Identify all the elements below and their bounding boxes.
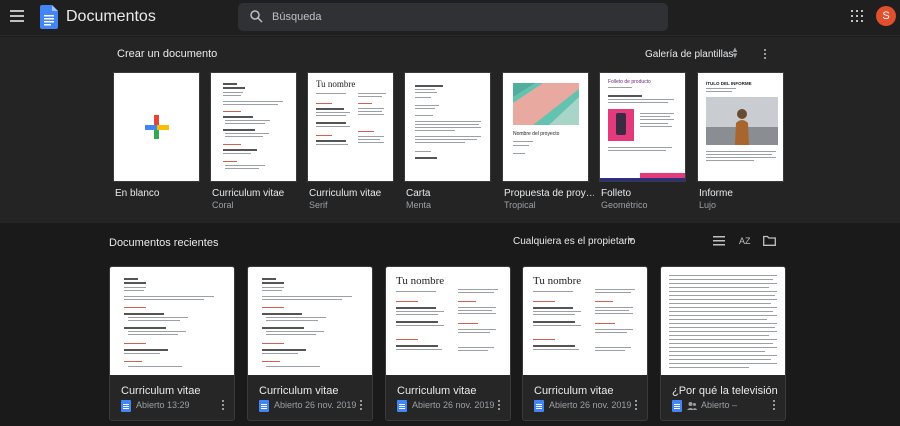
dropdown-arrow-icon[interactable] bbox=[628, 238, 634, 242]
recent-doc-card[interactable]: Curriculum vitae Abierto 26 nov. 2019 bbox=[247, 266, 373, 421]
template-thumbnail[interactable]: Folleto de producto bbox=[599, 72, 686, 182]
landscape-photo-icon bbox=[706, 97, 778, 145]
doc-title[interactable]: Curriculum vitae bbox=[397, 385, 503, 397]
template-subtitle: Menta bbox=[406, 200, 432, 210]
docs-file-icon bbox=[397, 400, 407, 412]
owner-filter-dropdown[interactable]: Cualquiera es el propietario bbox=[513, 236, 635, 247]
doc-title[interactable]: Curriculum vitae bbox=[534, 385, 640, 397]
template-thumbnail[interactable]: Nombre del proyecto bbox=[502, 72, 589, 182]
template-subtitle: Geométrico bbox=[601, 200, 648, 210]
shared-people-icon bbox=[687, 402, 697, 410]
template-thumbnail[interactable]: Tu nombre bbox=[307, 72, 394, 182]
unfold-icon[interactable]: ▲ ▼ bbox=[731, 46, 739, 60]
tropical-art-icon bbox=[513, 83, 579, 125]
template-report-luxury[interactable]: ÍTULO DEL INFORME Informe Lujo bbox=[697, 72, 784, 210]
template-name: Propuesta de proy… bbox=[504, 188, 594, 199]
template-gallery-toggle[interactable]: Galería de plantillas bbox=[645, 49, 733, 60]
template-letter-mint[interactable]: Carta Menta bbox=[404, 72, 491, 210]
doc-preview-heading: Tu nombre bbox=[533, 275, 582, 287]
google-apps-icon[interactable] bbox=[851, 10, 863, 22]
doc-more-icon[interactable] bbox=[496, 400, 502, 414]
template-heading: ÍTULO DEL INFORME bbox=[706, 81, 752, 86]
search-bar[interactable] bbox=[238, 3, 668, 31]
account-avatar[interactable]: S bbox=[876, 6, 896, 26]
template-proposal-tropical[interactable]: Nombre del proyecto Propuesta de proy… T… bbox=[502, 72, 594, 210]
template-name: Curriculum vitae bbox=[212, 188, 285, 199]
search-icon[interactable] bbox=[250, 10, 263, 23]
folder-icon[interactable] bbox=[763, 235, 776, 246]
template-subtitle: Lujo bbox=[699, 200, 717, 210]
sort-az-icon[interactable]: AZ bbox=[739, 236, 751, 246]
template-heading: Tu nombre bbox=[316, 79, 356, 89]
template-name: Folleto bbox=[601, 188, 632, 199]
doc-preview-heading: Tu nombre bbox=[396, 275, 445, 287]
recent-doc-card[interactable]: Tu nombre Curriculum vitae Abierto 26 no… bbox=[385, 266, 511, 421]
doc-more-icon[interactable] bbox=[220, 400, 226, 414]
recent-documents-title: Documentos recientes bbox=[109, 237, 219, 249]
template-heading: Folleto de producto bbox=[608, 79, 651, 85]
template-thumbnail[interactable] bbox=[113, 72, 200, 182]
template-thumbnail[interactable] bbox=[210, 72, 297, 182]
docs-file-icon bbox=[121, 400, 131, 412]
doc-preview[interactable] bbox=[110, 267, 234, 375]
template-subtitle: Serif bbox=[309, 200, 328, 210]
template-brochure-geometric[interactable]: Folleto de producto Folleto Geométrico bbox=[599, 72, 686, 210]
docs-file-icon bbox=[534, 400, 544, 412]
doc-title[interactable]: ¿Por qué la televisión es c… bbox=[672, 385, 778, 397]
doc-title[interactable]: Curriculum vitae bbox=[121, 385, 227, 397]
template-more-icon[interactable] bbox=[762, 49, 768, 63]
list-view-icon[interactable] bbox=[713, 236, 725, 246]
geometric-footer bbox=[600, 173, 685, 181]
app-title[interactable]: Documentos bbox=[66, 8, 156, 26]
doc-preview[interactable] bbox=[248, 267, 372, 375]
template-subtitle: Coral bbox=[212, 200, 234, 210]
doc-more-icon[interactable] bbox=[358, 400, 364, 414]
doc-preview[interactable]: Tu nombre bbox=[386, 267, 510, 375]
top-app-bar: Documentos S bbox=[0, 0, 900, 36]
doc-preview[interactable] bbox=[661, 267, 785, 375]
plus-icon-part bbox=[157, 125, 169, 130]
phone-image bbox=[616, 113, 626, 135]
recent-doc-card[interactable]: ¿Por qué la televisión es c… Abierto – bbox=[660, 266, 786, 421]
template-cv-coral[interactable]: Curriculum vitae Coral bbox=[210, 72, 297, 210]
template-blank[interactable]: En blanco bbox=[113, 72, 200, 199]
doc-more-icon[interactable] bbox=[633, 400, 639, 414]
template-name: En blanco bbox=[115, 188, 160, 199]
template-subtitle: Tropical bbox=[504, 200, 536, 210]
doc-opened-time: Abierto 26 nov. 2019 bbox=[412, 400, 495, 410]
search-input[interactable] bbox=[272, 3, 662, 31]
docs-file-icon bbox=[259, 400, 269, 412]
template-name: Curriculum vitae bbox=[309, 188, 382, 199]
template-heading: Nombre del proyecto bbox=[513, 131, 560, 137]
template-name: Informe bbox=[699, 188, 733, 199]
doc-preview[interactable]: Tu nombre bbox=[523, 267, 647, 375]
doc-opened-time: Abierto 13:29 bbox=[136, 400, 190, 410]
template-section-title: Crear un documento bbox=[117, 48, 218, 60]
doc-opened-time: Abierto 26 nov. 2019 bbox=[274, 400, 357, 410]
plus-icon-part bbox=[145, 125, 157, 130]
main-menu-icon[interactable] bbox=[10, 10, 24, 24]
docs-file-icon bbox=[672, 400, 682, 412]
template-cv-serif[interactable]: Tu nombre Curriculum vitae Serif bbox=[307, 72, 394, 210]
template-thumbnail[interactable]: ÍTULO DEL INFORME bbox=[697, 72, 784, 182]
docs-logo-icon[interactable] bbox=[40, 5, 58, 29]
template-gallery: Crear un documento Galería de plantillas… bbox=[0, 37, 900, 223]
recent-doc-card[interactable]: Curriculum vitae Abierto 13:29 bbox=[109, 266, 235, 421]
doc-opened-time: Abierto – bbox=[701, 400, 738, 410]
doc-more-icon[interactable] bbox=[771, 400, 777, 414]
doc-opened-time: Abierto 26 nov. 2019 bbox=[549, 400, 632, 410]
template-thumbnail[interactable] bbox=[404, 72, 491, 182]
doc-title[interactable]: Curriculum vitae bbox=[259, 385, 365, 397]
recent-doc-card[interactable]: Tu nombre Curriculum vitae Abierto 26 no… bbox=[522, 266, 648, 421]
template-name: Carta bbox=[406, 188, 431, 199]
